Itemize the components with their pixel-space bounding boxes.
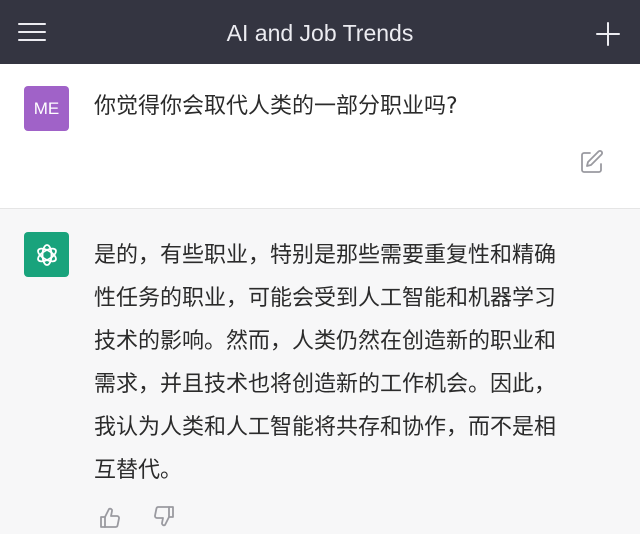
user-avatar: ME xyxy=(24,86,69,131)
edit-icon[interactable] xyxy=(578,148,606,176)
thumbs-down-icon[interactable] xyxy=(152,504,176,528)
assistant-message-line: 性任务的职业，可能会受到人工智能和机器学习 xyxy=(94,286,557,311)
user-message-block: ME 你觉得你会取代人类的一部分职业吗? xyxy=(0,64,640,209)
thumbs-up-icon[interactable] xyxy=(98,506,122,530)
user-message-text: 你觉得你会取代人类的一部分职业吗? xyxy=(94,94,458,119)
assistant-message-text: 是的，有些职业，特别是那些需要重复性和精确 性任务的职业，可能会受到人工智能和机… xyxy=(94,234,614,492)
top-bar: AI and Job Trends xyxy=(0,0,640,64)
assistant-message-line: 是的，有些职业，特别是那些需要重复性和精确 xyxy=(94,243,557,268)
openai-logo-icon xyxy=(24,232,69,277)
plus-icon[interactable] xyxy=(594,20,622,48)
assistant-message-line: 互替代。 xyxy=(94,458,183,483)
assistant-message-line: 技术的影响。然而，人类仍然在创造新的职业和 xyxy=(94,329,557,354)
conversation-title: AI and Job Trends xyxy=(226,20,414,46)
assistant-message-line: 我认为人类和人工智能将共存和协作，而不是相 xyxy=(94,415,557,440)
assistant-message-line: 需求，并且技术也将创造新的工作机会。因此， xyxy=(94,372,557,397)
